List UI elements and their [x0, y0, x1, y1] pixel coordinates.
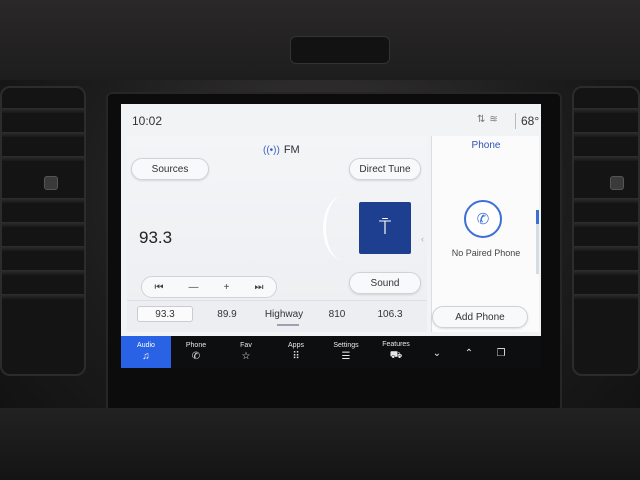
- nav-label: Settings: [333, 342, 359, 349]
- seek-back-button[interactable]: ⏮: [155, 282, 164, 293]
- car-icon: ⛟: [389, 350, 403, 361]
- phone-card[interactable]: Phone ✆ No Paired Phone Add Phone: [431, 136, 539, 332]
- panel-handle-icon[interactable]: ‹: [421, 234, 424, 244]
- nav-label: Audio: [137, 342, 155, 349]
- nav-label: Fav: [240, 342, 252, 349]
- phone-icon: ✆: [191, 351, 201, 362]
- nav-label: Phone: [185, 342, 207, 349]
- chevron-up-icon[interactable]: ⌃: [453, 336, 485, 368]
- phone-icon: ✆: [464, 200, 502, 238]
- nav-features[interactable]: Features ⛟: [371, 336, 421, 368]
- music-note-icon: ♫: [142, 351, 150, 362]
- sources-button[interactable]: Sources: [131, 158, 209, 180]
- phone-status: No Paired Phone: [451, 248, 521, 258]
- signal-wave-decoration: [323, 196, 363, 260]
- overlap-windows-icon[interactable]: ❐: [485, 336, 517, 368]
- vent-knob: [44, 176, 58, 190]
- dashboard-top: [0, 0, 640, 80]
- status-bar: 10:02 ⇅≋ 68°: [121, 104, 541, 136]
- chevron-down-icon[interactable]: ⌄: [421, 336, 453, 368]
- preset-button[interactable]: 89.9: [207, 306, 247, 322]
- grid-icon: ⠿: [292, 351, 300, 362]
- sound-button[interactable]: Sound: [349, 272, 421, 294]
- transfer-icon: ⇅: [477, 114, 490, 125]
- tuning-controls: ⏮ — + ⏭: [141, 276, 277, 298]
- direct-tune-button[interactable]: Direct Tune: [349, 158, 421, 180]
- left-air-vent: [0, 86, 86, 376]
- seek-forward-button[interactable]: ⏭: [254, 282, 263, 293]
- wifi-icon: ≋: [489, 114, 502, 125]
- status-icons: ⇅≋: [477, 114, 502, 125]
- star-icon: ☆: [241, 351, 251, 362]
- nav-settings[interactable]: Settings ☰: [321, 336, 371, 368]
- nav-label: Features: [382, 341, 410, 348]
- radio-tower-icon: ⍑: [379, 216, 391, 239]
- outside-temperature: 68°: [521, 114, 540, 128]
- nav-audio[interactable]: Audio ♫: [121, 336, 171, 368]
- preset-button[interactable]: Highway: [259, 306, 309, 322]
- nav-phone[interactable]: Phone ✆: [171, 336, 221, 368]
- card-scroll-thumb[interactable]: [536, 210, 539, 224]
- current-frequency: 93.3: [139, 228, 173, 247]
- band-header: ((•)) FM: [263, 144, 300, 156]
- station-artwork: ⍑: [359, 202, 411, 254]
- vent-knob: [610, 176, 624, 190]
- nav-label: Apps: [288, 342, 304, 349]
- preset-button[interactable]: 106.3: [367, 306, 413, 322]
- right-air-vent: [572, 86, 640, 376]
- preset-button[interactable]: 93.3: [137, 306, 193, 322]
- band-label: FM: [283, 144, 300, 156]
- preset-bar: 93.3 89.9 Highway 810 106.3: [127, 300, 427, 326]
- add-phone-button[interactable]: Add Phone: [432, 306, 528, 328]
- sliders-icon: ☰: [341, 351, 351, 362]
- tune-down-button[interactable]: —: [189, 282, 199, 293]
- bottom-nav-bar: Audio ♫ Phone ✆ Fav ☆ Apps ⠿ Settings ☰ …: [121, 336, 541, 368]
- tune-up-button[interactable]: +: [224, 282, 230, 293]
- clock: 10:02: [132, 114, 163, 128]
- dashboard-slot: [290, 36, 390, 64]
- preset-button[interactable]: 810: [319, 306, 355, 322]
- radio-signal-icon: ((•)): [263, 145, 280, 156]
- dashboard-bottom: [0, 408, 640, 480]
- nav-fav[interactable]: Fav ☆: [221, 336, 271, 368]
- phone-card-title: Phone: [471, 140, 501, 151]
- status-divider: [515, 113, 516, 129]
- nav-apps[interactable]: Apps ⠿: [271, 336, 321, 368]
- infotainment-screen: 10:02 ⇅≋ 68° ((•)) FM Sources Direct Tune…: [121, 104, 541, 368]
- preset-page-indicator: [277, 324, 299, 326]
